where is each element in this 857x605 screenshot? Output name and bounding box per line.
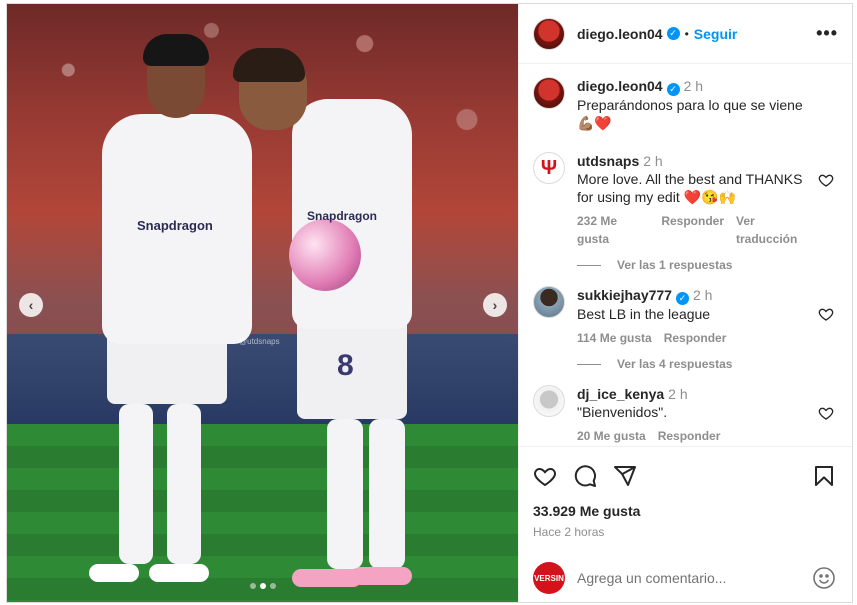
comment-input[interactable] bbox=[577, 570, 812, 586]
comment-text: "Bienvenidos". bbox=[577, 404, 668, 420]
comment-time: 2 h bbox=[668, 386, 688, 402]
post-actions: 33.929 Me gusta Hace 2 horas bbox=[519, 446, 852, 539]
comment-likes[interactable]: 232 Me gusta bbox=[577, 212, 649, 248]
chevron-right-icon: › bbox=[492, 297, 498, 313]
share-icon[interactable] bbox=[613, 464, 637, 488]
comment-text: Best LB in the league bbox=[577, 306, 711, 322]
comment-body: utdsnaps 2 h More love. All the best and … bbox=[577, 152, 838, 248]
comment-meta: 20 Me gusta Responder bbox=[577, 427, 816, 445]
player-left-leg bbox=[119, 404, 153, 564]
view-replies-button[interactable]: Ver las 1 respuestas bbox=[577, 258, 838, 272]
verified-icon: ✓ bbox=[666, 83, 680, 96]
comment-username[interactable]: diego.leon04 bbox=[577, 78, 663, 94]
more-icon[interactable]: ••• bbox=[816, 23, 838, 44]
divider bbox=[577, 264, 601, 266]
bookmark-icon[interactable] bbox=[812, 464, 836, 488]
comment-username[interactable]: utdsnaps bbox=[577, 153, 639, 169]
separator-dot: • bbox=[684, 26, 689, 41]
heart-icon[interactable] bbox=[818, 405, 834, 421]
comments-list[interactable]: diego.leon04 ✓ 2 h Preparándonos para lo q… bbox=[519, 65, 852, 446]
verified-icon: ✓ bbox=[666, 27, 680, 40]
boot bbox=[149, 564, 209, 582]
comment-icon[interactable] bbox=[573, 464, 597, 488]
avatar[interactable] bbox=[533, 77, 565, 109]
comment-text: Preparándonos para lo que se viene 💪🏽❤️ bbox=[577, 97, 803, 131]
player-right-leg bbox=[327, 419, 363, 569]
post-photo[interactable]: Snapdragon Snapdragon 8 @utdsnaps ‹ › bbox=[7, 4, 518, 602]
previous-slide-button[interactable]: ‹ bbox=[19, 293, 43, 317]
player-left-hair bbox=[143, 34, 209, 66]
action-bar bbox=[533, 461, 836, 491]
reply-button[interactable]: Responder bbox=[661, 212, 724, 248]
list-item: dj_ice_kenya 2 h "Bienvenidos". 20 Me gus… bbox=[533, 385, 838, 445]
comment-text: More love. All the best and THANKS for u… bbox=[577, 171, 803, 205]
comment-time: 2 h bbox=[692, 287, 713, 303]
comment-body: sukkiejhay777 ✓ 2 h Best LB in the league … bbox=[577, 286, 838, 347]
player-left-leg bbox=[167, 404, 201, 564]
translate-button[interactable]: Ver traducción bbox=[736, 212, 816, 248]
reply-button[interactable]: Responder bbox=[658, 427, 721, 445]
photo-watermark: @utdsnaps bbox=[239, 337, 280, 346]
list-item: Ψ utdsnaps 2 h More love. All the best an… bbox=[533, 152, 838, 248]
heart-icon[interactable] bbox=[818, 172, 834, 188]
comment-composer: VERSIN bbox=[519, 554, 852, 602]
ad-boards bbox=[7, 334, 518, 424]
pitch bbox=[7, 424, 518, 602]
trident-icon: Ψ bbox=[540, 156, 558, 179]
avatar[interactable]: VERSIN bbox=[533, 562, 565, 594]
post-timestamp[interactable]: Hace 2 horas bbox=[533, 525, 836, 539]
comment-body: diego.leon04 ✓ 2 h Preparándonos para lo q… bbox=[577, 77, 838, 132]
view-replies-label: Ver las 4 respuestas bbox=[617, 357, 733, 371]
caption: diego.leon04 ✓ 2 h Preparándonos para lo q… bbox=[533, 77, 838, 132]
view-replies-button[interactable]: Ver las 4 respuestas bbox=[577, 357, 838, 371]
slide-dot-active bbox=[260, 583, 266, 589]
heart-icon[interactable] bbox=[818, 306, 834, 322]
comment-meta: 232 Me gusta Responder Ver traducción bbox=[577, 212, 816, 248]
slide-dot bbox=[250, 583, 256, 589]
reply-button[interactable]: Responder bbox=[664, 329, 727, 347]
slide-dot bbox=[270, 583, 276, 589]
comment-username[interactable]: sukkiejhay777 bbox=[577, 287, 672, 303]
comment-username[interactable]: dj_ice_kenya bbox=[577, 386, 664, 402]
comment-time: 2 h bbox=[683, 78, 704, 94]
player-right-leg bbox=[369, 419, 405, 569]
comment-likes[interactable]: 20 Me gusta bbox=[577, 427, 646, 445]
like-count[interactable]: 33.929 Me gusta bbox=[533, 503, 836, 519]
follow-button[interactable]: Seguir bbox=[694, 26, 738, 42]
next-slide-button[interactable]: › bbox=[483, 293, 507, 317]
shorts-number: 8 bbox=[337, 349, 354, 382]
player-right-hair bbox=[233, 48, 305, 82]
heart-icon[interactable] bbox=[533, 464, 557, 488]
comment-time: 2 h bbox=[643, 153, 663, 169]
shirt-sponsor: Snapdragon bbox=[137, 218, 213, 233]
boot bbox=[89, 564, 139, 582]
shirt-sponsor: Snapdragon bbox=[307, 209, 378, 223]
divider bbox=[577, 363, 601, 365]
post-header: diego.leon04 ✓ • Seguir ••• bbox=[519, 4, 852, 64]
post-sidebar: diego.leon04 ✓ • Seguir ••• diego.leon04… bbox=[518, 4, 852, 602]
slide-indicator bbox=[250, 583, 276, 589]
comment-likes[interactable]: 114 Me gusta bbox=[577, 329, 652, 347]
post-dialog: Snapdragon Snapdragon 8 @utdsnaps ‹ › di… bbox=[6, 3, 853, 603]
author-username[interactable]: diego.leon04 bbox=[577, 26, 663, 42]
chevron-left-icon: ‹ bbox=[28, 297, 34, 313]
avatar[interactable]: Ψ bbox=[533, 152, 565, 184]
comment-meta: 114 Me gusta Responder bbox=[577, 329, 816, 347]
football bbox=[289, 219, 361, 291]
avatar[interactable] bbox=[533, 385, 565, 417]
avatar[interactable] bbox=[533, 286, 565, 318]
boot bbox=[352, 567, 412, 585]
comment-body: dj_ice_kenya 2 h "Bienvenidos". 20 Me gus… bbox=[577, 385, 838, 445]
view-replies-label: Ver las 1 respuestas bbox=[617, 258, 733, 272]
emoji-icon[interactable] bbox=[812, 566, 836, 590]
list-item: sukkiejhay777 ✓ 2 h Best LB in the league … bbox=[533, 286, 838, 347]
author-avatar[interactable] bbox=[533, 17, 565, 50]
verified-icon: ✓ bbox=[675, 292, 689, 305]
